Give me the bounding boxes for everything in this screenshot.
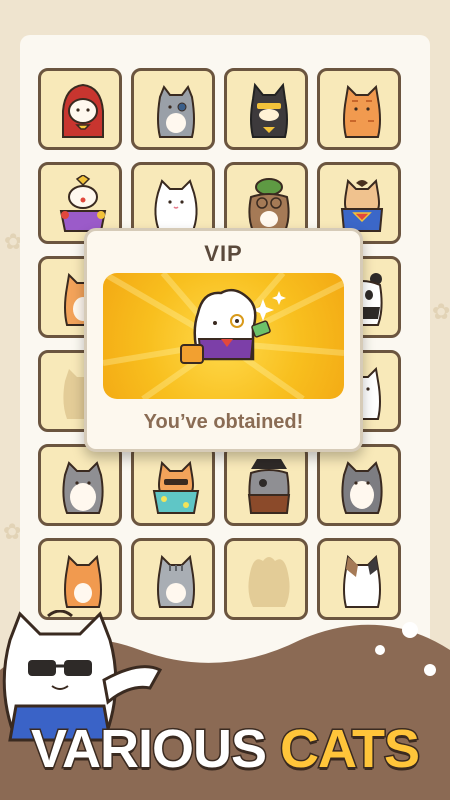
locked-cat-silhouette-icon — [248, 557, 290, 607]
vip-reward-popup[interactable]: VIP You’ve obtained! — [84, 228, 363, 452]
cat-slot[interactable] — [131, 444, 215, 526]
cat-slot-locked[interactable] — [224, 538, 308, 620]
vip-cat-illustration-icon — [103, 273, 344, 399]
tagline-word-cats: CATS — [279, 718, 422, 781]
cat-slot[interactable] — [317, 68, 401, 150]
cat-slot[interactable] — [317, 444, 401, 526]
promo-tagline: VARIOUS CATS — [0, 718, 450, 781]
paw-icon: ✿ — [3, 520, 22, 545]
cat-slot[interactable] — [38, 444, 122, 526]
calico-cat-icon — [343, 554, 381, 608]
obtained-message: You’ve obtained! — [143, 411, 304, 433]
orange-white-cat-icon — [64, 554, 102, 608]
grey-white-cat-icon — [62, 461, 104, 514]
tagline-word-various: VARIOUS — [29, 718, 268, 781]
cat-slot[interactable] — [317, 538, 401, 620]
paw-icon: ✿ — [432, 300, 450, 325]
pirate-cat-icon — [247, 459, 291, 514]
popup-title: VIP — [204, 241, 243, 266]
grey-long-cat-icon — [341, 461, 383, 514]
cat-slot[interactable] — [131, 538, 215, 620]
cat-slot[interactable] — [224, 444, 308, 526]
cat-slot[interactable] — [38, 538, 122, 620]
orange-tabby-cat-icon — [343, 84, 381, 138]
cat-slot[interactable] — [131, 68, 215, 150]
reward-banner — [103, 273, 344, 399]
grey-cat-icon — [157, 84, 195, 138]
red-hood-cat-icon — [62, 83, 104, 138]
tabby-grey-cat-icon — [157, 554, 195, 608]
cat-slot[interactable] — [224, 68, 308, 150]
cat-slot[interactable] — [38, 68, 122, 150]
hawaiian-cat-icon — [152, 460, 200, 514]
batman-cat-icon — [250, 82, 288, 138]
